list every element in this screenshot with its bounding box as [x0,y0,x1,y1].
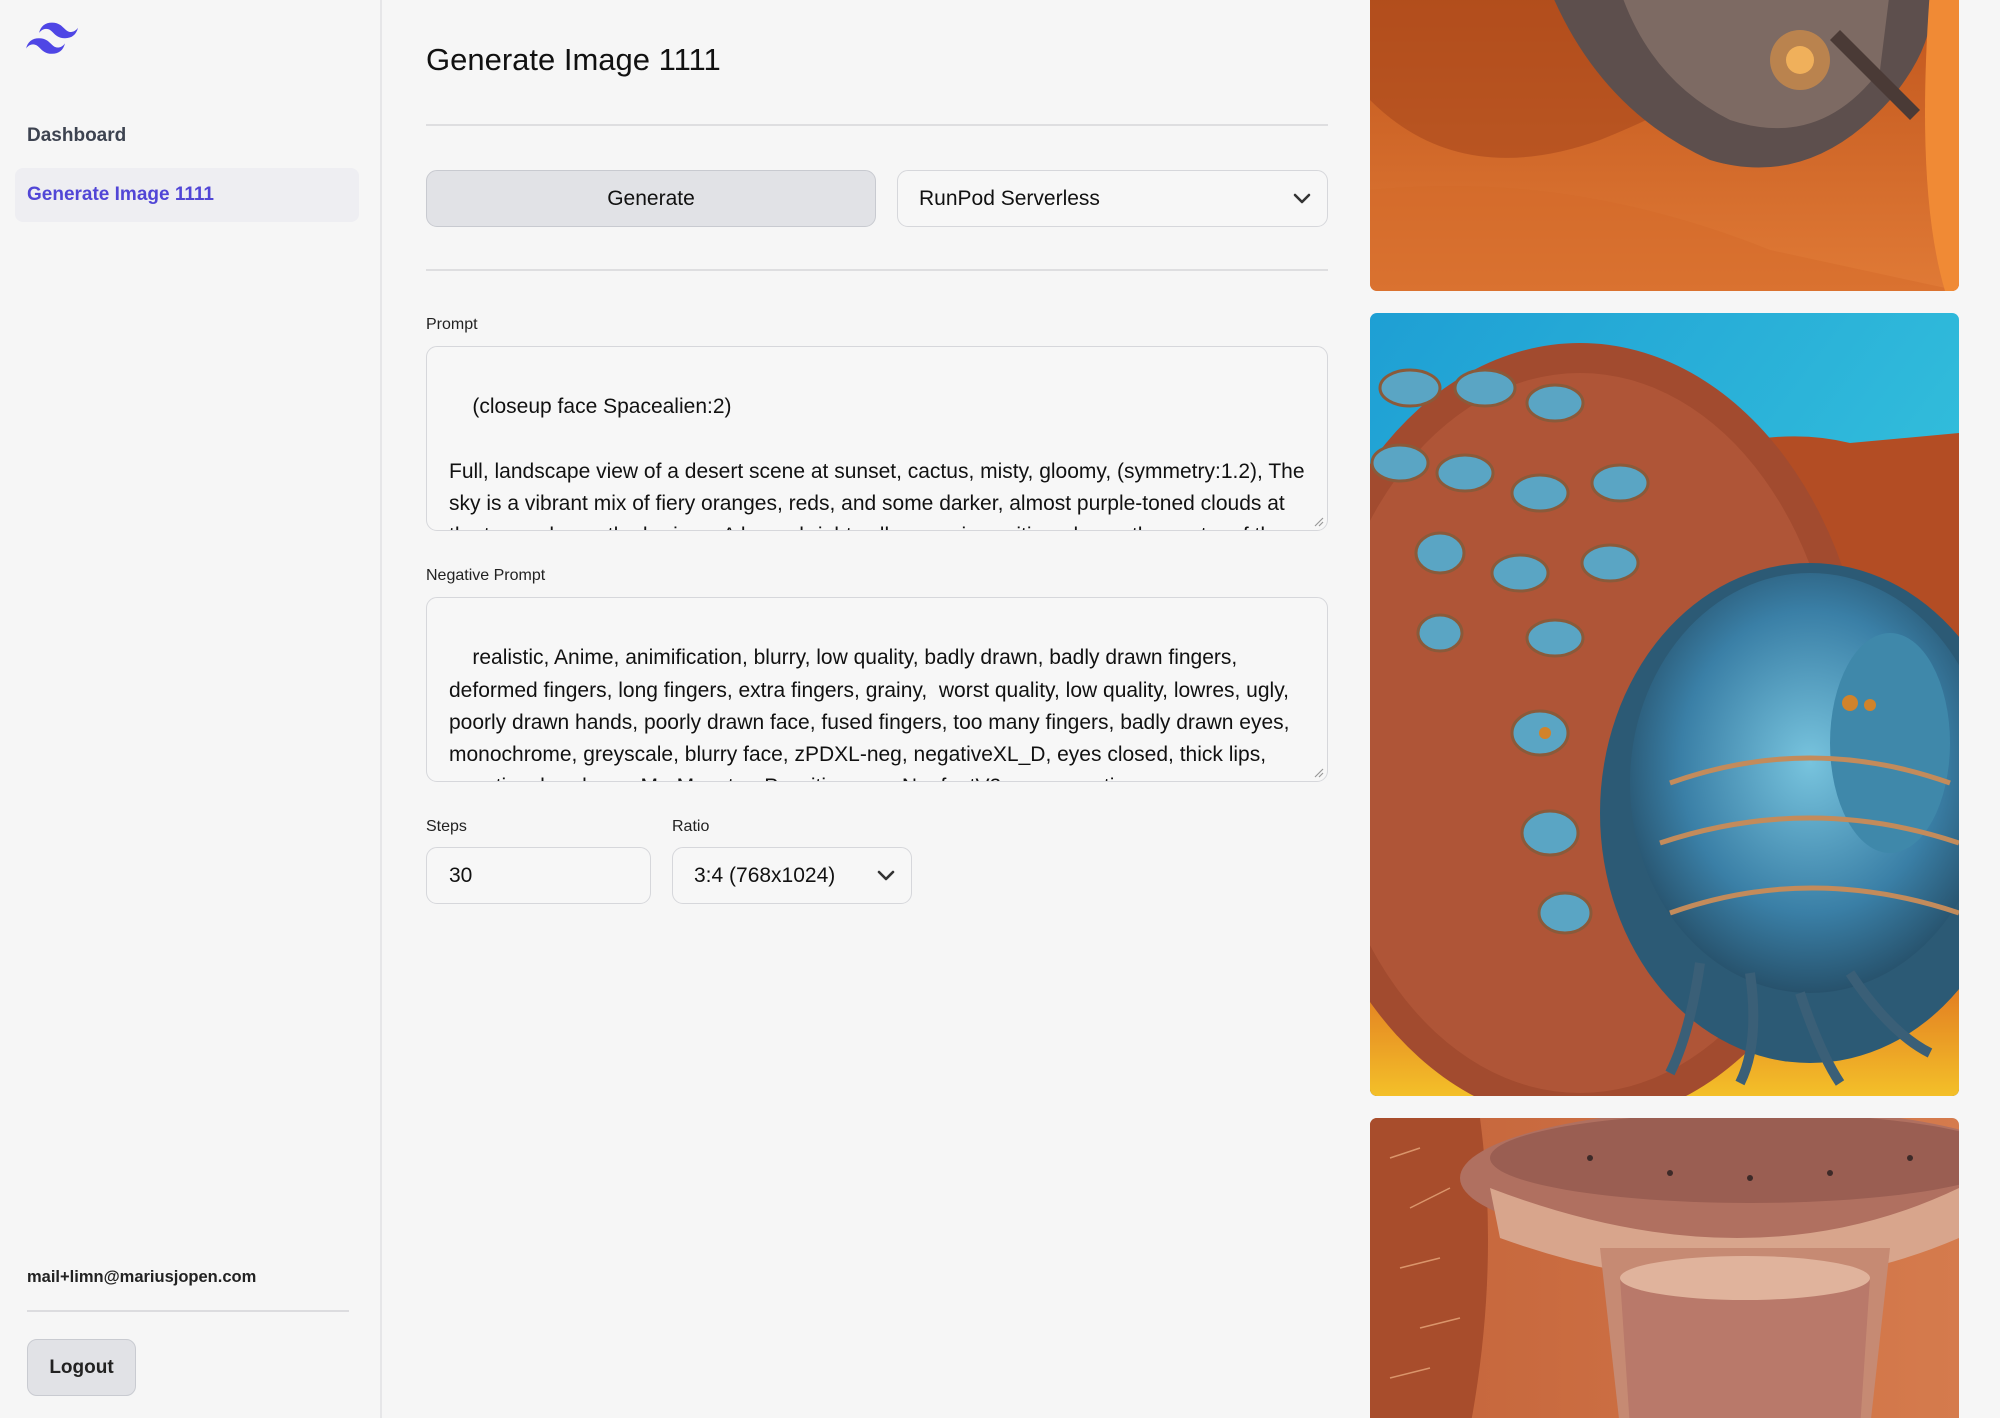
generate-button[interactable]: Generate [426,170,876,227]
prompt-label: Prompt [426,316,478,333]
divider [426,124,1328,126]
user-email: mail+limn@mariusjopen.com [27,1268,257,1286]
resize-handle-icon[interactable] [1312,766,1324,778]
resize-handle-icon[interactable] [1312,515,1324,527]
ratio-select-value: 3:4 (768x1024) [694,863,836,887]
prompt-text: (closeup face Spacealien:2) Full, landsc… [449,395,1305,530]
generated-image[interactable] [1370,1118,1959,1418]
nav-generate-image-label: Generate Image 1111 [27,184,214,205]
nav-dashboard[interactable]: Dashboard [15,109,359,163]
spacecraft-desert-image [1370,0,1959,291]
tailwind-logo-icon[interactable] [26,22,78,54]
page-title: Generate Image 1111 [426,42,721,77]
nav-generate-image[interactable]: Generate Image 1111 [15,168,359,222]
nav-dashboard-label: Dashboard [27,125,127,146]
negative-prompt-textarea[interactable]: realistic, Anime, animification, blurry,… [426,597,1328,782]
generated-image[interactable] [1370,313,1959,1096]
chevron-down-icon [877,870,895,880]
negative-prompt-label: Negative Prompt [426,567,546,584]
logout-button[interactable]: Logout [27,1339,136,1396]
ratio-select[interactable]: 3:4 (768x1024) [672,847,912,904]
provider-select[interactable]: RunPod Serverless [897,170,1328,227]
steps-value: 30 [449,863,473,887]
steps-label: Steps [426,818,467,835]
provider-select-value: RunPod Serverless [919,186,1100,210]
negative-prompt-text: realistic, Anime, animification, blurry,… [449,646,1290,781]
steps-input[interactable]: 30 [426,847,651,904]
saucer-cactus-image [1370,1118,1959,1418]
ratio-label: Ratio [672,818,710,835]
sidebar-divider [27,1310,349,1312]
generated-image[interactable] [1370,0,1959,291]
divider [426,269,1328,271]
blue-alien-spacecraft-image [1370,313,1959,1096]
chevron-down-icon [1293,193,1311,203]
sidebar: Dashboard Generate Image 1111 mail+limn@… [0,0,382,1418]
prompt-textarea[interactable]: (closeup face Spacealien:2) Full, landsc… [426,346,1328,531]
